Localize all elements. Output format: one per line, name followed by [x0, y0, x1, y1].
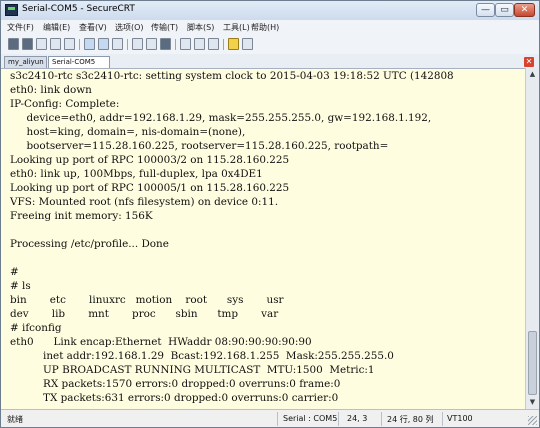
reconnect-icon[interactable] — [50, 38, 61, 50]
settings-icon[interactable] — [180, 38, 191, 50]
menu-edit[interactable]: 编辑(E) — [43, 22, 70, 33]
scroll-down-icon[interactable]: ▼ — [527, 397, 538, 408]
terminal-line: device=eth0, addr=192.168.1.29, mask=255… — [10, 112, 432, 124]
terminal-line: Looking up port of RPC 100005/1 on 115.2… — [10, 182, 290, 194]
securecrt-app-icon — [5, 4, 18, 16]
title-bar[interactable]: Serial-COM5 - SecureCRT — ▭ ✕ — [1, 1, 539, 20]
terminal-line: Processing /etc/profile... Done — [10, 238, 169, 250]
status-separator — [442, 412, 443, 426]
terminal-line: eth0: link up, 100Mbps, full-duplex, lpa… — [10, 168, 263, 180]
tab-serial-com5[interactable]: Serial-COM5 — [48, 56, 110, 68]
scrollbar-thumb[interactable] — [528, 331, 537, 395]
terminal-line: host=king, domain=, nis-domain=(none), — [10, 126, 246, 138]
minimize-button[interactable]: — — [476, 3, 495, 17]
options-icon[interactable] — [242, 38, 253, 50]
status-ready: 就绪 — [7, 415, 23, 424]
status-separator — [381, 412, 382, 426]
menu-bar: 文件(F) 编辑(E) 查看(V) 选项(O) 传输(T) 脚本(S) 工具(L… — [1, 20, 539, 35]
close-button[interactable]: ✕ — [514, 3, 535, 17]
copy-icon[interactable] — [84, 38, 95, 50]
toolbar-separator — [223, 39, 224, 50]
scroll-up-icon[interactable]: ▲ — [527, 69, 538, 80]
quick-connect-icon[interactable] — [22, 38, 33, 50]
terminal-line: VFS: Mounted root (nfs filesystem) on de… — [10, 196, 279, 208]
session-tab-bar: my_aliyun Serial-COM5 — [1, 54, 539, 68]
menu-file[interactable]: 文件(F) — [7, 22, 34, 33]
status-bar: 就绪 Serial : COM5 24, 3 24 行, 80 列 VT100 — [1, 409, 539, 427]
close-tab-icon[interactable]: ✕ — [524, 57, 534, 67]
toolbar-separator — [79, 39, 80, 50]
menu-script[interactable]: 脚本(S) — [187, 22, 214, 33]
status-cursor-position: 24, 3 — [347, 414, 368, 423]
keymap-icon[interactable] — [194, 38, 205, 50]
terminal-line: Freeing init memory: 156K — [10, 210, 153, 222]
terminal-line: UP BROADCAST RUNNING MULTICAST MTU:1500 … — [10, 364, 375, 376]
terminal-line: eth0 Link encap:Ethernet HWaddr 08:90:90… — [10, 336, 312, 348]
print-icon[interactable] — [146, 38, 157, 50]
terminal-output[interactable]: s3c2410-rtc s3c2410-rtc: setting system … — [1, 68, 525, 410]
status-separator — [338, 412, 339, 426]
status-session: Serial : COM5 — [283, 414, 338, 423]
connect-icon[interactable] — [8, 38, 19, 50]
vertical-scrollbar[interactable]: ▲ ▼ — [525, 68, 539, 409]
session-options-icon[interactable] — [132, 38, 143, 50]
find-icon[interactable] — [112, 38, 123, 50]
menu-tools[interactable]: 工具(L) — [223, 22, 250, 33]
status-terminal-size: 24 行, 80 列 — [387, 415, 434, 424]
terminal-line: IP-Config: Complete: — [10, 98, 120, 110]
tab-my-aliyun[interactable]: my_aliyun — [4, 56, 47, 68]
toolbar — [1, 35, 539, 55]
terminal-line: dev lib mnt proc sbin tmp var — [10, 308, 279, 320]
menu-help[interactable]: 帮助(H) — [251, 22, 279, 33]
disconnect-icon[interactable] — [64, 38, 75, 50]
connect-tab-icon[interactable] — [36, 38, 47, 50]
toolbar-separator — [175, 39, 176, 50]
terminal-line: TX packets:631 errors:0 dropped:0 overru… — [10, 392, 339, 404]
menu-transfer[interactable]: 传输(T) — [151, 22, 178, 33]
menu-options[interactable]: 选项(O) — [115, 22, 144, 33]
print-screen-icon[interactable] — [160, 38, 171, 50]
maximize-button[interactable]: ▭ — [495, 3, 514, 17]
terminal-line: eth0: link down — [10, 84, 92, 96]
terminal-line: bin etc linuxrc motion root sys usr — [10, 294, 284, 306]
resize-grip-icon[interactable] — [528, 416, 537, 425]
terminal-line: # — [10, 266, 19, 278]
window-title: Serial-COM5 - SecureCRT — [22, 4, 135, 14]
status-separator — [277, 412, 278, 426]
paste-icon[interactable] — [98, 38, 109, 50]
terminal-line: s3c2410-rtc s3c2410-rtc: setting system … — [10, 70, 454, 82]
toolbar-separator — [127, 39, 128, 50]
sftp-icon[interactable] — [208, 38, 219, 50]
terminal-line: inet addr:192.168.1.29 Bcast:192.168.1.2… — [10, 350, 394, 362]
menu-view[interactable]: 查看(V) — [79, 22, 107, 33]
terminal-line: RX packets:1570 errors:0 dropped:0 overr… — [10, 378, 341, 390]
terminal-line: # ifconfig — [10, 322, 62, 334]
status-emulation: VT100 — [447, 414, 473, 423]
terminal-line: bootserver=115.28.160.225, rootserver=11… — [10, 140, 389, 152]
securecrt-window: Serial-COM5 - SecureCRT — ▭ ✕ 文件(F) 编辑(E… — [0, 0, 540, 428]
help-icon[interactable] — [228, 38, 239, 50]
terminal-line: Looking up port of RPC 100003/2 on 115.2… — [10, 154, 290, 166]
terminal-line: # ls — [10, 280, 31, 292]
